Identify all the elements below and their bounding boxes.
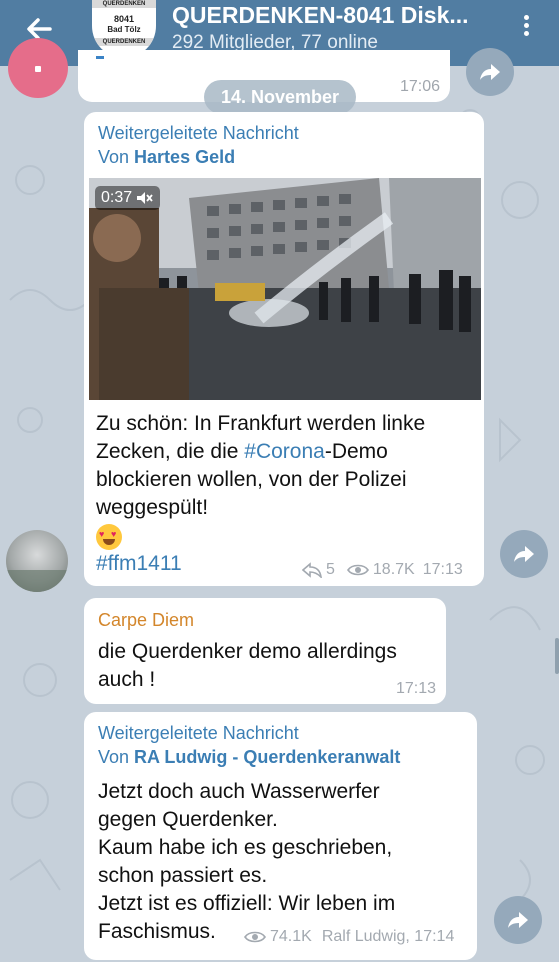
sender-avatar-fog[interactable]: [6, 530, 68, 592]
message-line: schon passiert es.: [98, 864, 268, 887]
view-count: 74.1K: [270, 928, 312, 945]
forward-label: Weitergeleitete Nachricht: [98, 123, 299, 143]
message-signature-time: Ralf Ludwig, 17:14: [321, 928, 455, 945]
hashtag-corona[interactable]: #Corona: [244, 440, 325, 463]
eye-icon: [244, 931, 266, 943]
previous-message-fragment: [96, 56, 104, 59]
video-thumbnail[interactable]: 0:37: [89, 178, 481, 400]
message-line: gegen Querdenker.: [98, 808, 278, 831]
forward-source[interactable]: Von RA Ludwig - Querdenkeranwalt: [98, 745, 400, 769]
video-duration: 0:37: [101, 189, 133, 206]
message-bubble-forwarded-text[interactable]: Weitergeleitete Nachricht Von RA Ludwig …: [84, 712, 477, 960]
more-vert-dot: [523, 31, 529, 36]
forward-icon: [508, 912, 528, 928]
date-separator: 14. November: [204, 80, 356, 114]
message-time: 17:13: [395, 680, 436, 697]
scrollbar-handle[interactable]: [555, 638, 559, 674]
forward-button-video[interactable]: [500, 530, 548, 578]
forward-header: Weitergeleitete Nachricht Von RA Ludwig …: [98, 721, 400, 769]
message-bubble-carpe-diem[interactable]: Carpe Diem die Querdenker demo allerding…: [84, 598, 446, 704]
forward-header: Weitergeleitete Nachricht Von Hartes Gel…: [98, 121, 299, 169]
forward-source[interactable]: Von Hartes Geld: [98, 145, 299, 169]
forward-label: Weitergeleitete Nachricht: [98, 723, 299, 743]
emoji-line: ♥ ♥: [96, 524, 476, 550]
avatar-text-top: QUERDENKEN: [92, 0, 156, 8]
muted-icon[interactable]: [136, 191, 154, 205]
forward-prefix: Von: [98, 747, 135, 767]
message-body: Zu schön: In Frankfurt werden linke Zeck…: [96, 410, 476, 522]
avatar-image: [6, 570, 68, 592]
sender-avatar-pink[interactable]: [8, 38, 68, 98]
avatar-initial: [35, 66, 41, 72]
message-text: Zu schön: In Frankfurt werden linke Zeck…: [96, 410, 476, 578]
view-count: 18.7K: [372, 561, 415, 578]
message-line: Kaum habe ich es geschrieben,: [98, 836, 393, 859]
forward-icon: [480, 64, 500, 80]
video-duration-badge: 0:37: [95, 186, 161, 210]
forward-button-text[interactable]: [494, 896, 542, 944]
message-line: Jetzt doch auch Wasserwerfer: [98, 780, 380, 803]
previous-message-time: 17:06: [399, 78, 440, 95]
video-frame-image: [89, 178, 481, 400]
forward-source-name[interactable]: Hartes Geld: [134, 147, 235, 167]
message-text: Jetzt doch auch Wasserwerfer gegen Querd…: [98, 778, 468, 946]
message-text: die Querdenker demo allerdings auch !: [98, 640, 397, 691]
avatar-text-number: 8041: [113, 14, 135, 24]
share-icon: [302, 562, 322, 578]
more-vert-icon: [523, 15, 529, 20]
message-meta: 5 18.7K 17:13: [302, 561, 463, 579]
forward-source-name[interactable]: RA Ludwig - Querdenkeranwalt: [134, 747, 400, 767]
avatar-text-bottom: QUERDENKEN: [92, 38, 156, 46]
message-line: Jetzt ist es offiziell: Wir leben im: [98, 892, 396, 915]
share-count: 5: [326, 561, 335, 578]
eye-icon: [346, 564, 369, 576]
message-meta: 74.1K Ralf Ludwig, 17:14: [244, 928, 454, 946]
forward-prefix: Von: [98, 147, 135, 167]
more-menu-button[interactable]: [520, 12, 532, 42]
forward-icon: [514, 546, 534, 562]
sender-name[interactable]: Carpe Diem: [98, 608, 194, 632]
more-vert-dot: [523, 23, 529, 28]
chat-title[interactable]: QUERDENKEN-8041 Disk...: [172, 2, 469, 29]
forward-button-previous[interactable]: [466, 48, 514, 96]
avatar-text-town: Bad Tölz: [107, 25, 141, 34]
message-time: 17:13: [422, 561, 463, 578]
emoji-heart-eyes-icon: ♥ ♥: [96, 524, 122, 550]
